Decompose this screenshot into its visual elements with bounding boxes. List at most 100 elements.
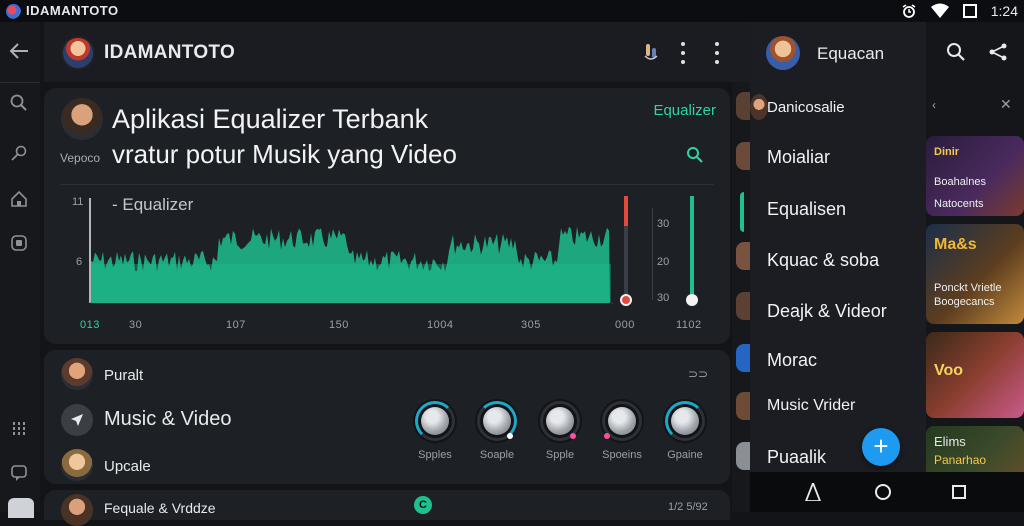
app-logo-icon (6, 4, 21, 19)
knob-label-2: Soaple (479, 449, 515, 461)
tile-4-line-1: Elims (934, 434, 966, 449)
x-label-4: 1004 (427, 319, 454, 331)
drawer-item-6[interactable]: Morac (767, 350, 817, 371)
knob-1[interactable] (413, 399, 457, 443)
eq-card-title: Aplikasi Equalizer Terbank (112, 104, 429, 134)
navigation-arrow-icon[interactable] (61, 404, 93, 436)
add-fab-button[interactable]: + (862, 428, 900, 466)
drawer-avatar[interactable] (766, 36, 800, 70)
card3-label[interactable]: Fequale & Vrddze (104, 500, 216, 516)
x-label-2: 107 (226, 319, 246, 331)
drawer-item-1[interactable]: Danicosalie (767, 99, 845, 116)
nav-home-icon[interactable] (875, 484, 891, 500)
tile-2-line-3: Boogecancs (934, 296, 995, 308)
meter-handle-left[interactable] (620, 294, 632, 306)
media-tile-4[interactable]: Elims Panarhao (926, 426, 1024, 472)
rail-profile-avatar[interactable] (8, 498, 34, 518)
drawer-item-2[interactable]: Moialiar (767, 147, 830, 168)
row-label-2[interactable]: Music & Video (104, 408, 231, 431)
mic-icon[interactable] (642, 42, 660, 69)
tile-4-line-2: Panarhao (934, 453, 987, 467)
media-tile-2[interactable]: Ma&s Ponckt Vrietle Boogecancs (926, 224, 1024, 324)
drawer-item-3[interactable]: Equalisen (767, 199, 846, 220)
wifi-icon (930, 3, 949, 18)
search-icon[interactable] (946, 42, 966, 67)
options-dots-icon[interactable] (680, 42, 686, 64)
equalizer-card: Aplikasi Equalizer Terbank vratur potur … (44, 88, 730, 344)
meter-handle-right[interactable] (686, 294, 698, 306)
app-avatar[interactable] (61, 36, 95, 70)
chat-icon[interactable] (8, 462, 30, 484)
row-avatar-4[interactable] (61, 494, 93, 526)
tile-2-line-1: Ma&s (934, 236, 977, 253)
search-icon[interactable] (8, 92, 30, 114)
media-icon[interactable] (8, 232, 30, 254)
status-bar: IDAMANTOTO 1:24 (0, 0, 1024, 22)
drawer-item-5[interactable]: Deajk & Videor (767, 301, 887, 322)
peek-item-7 (736, 442, 750, 470)
card-divider (60, 184, 714, 185)
bottom-card: Fequale & Vrddze C 1/2 5/92 (44, 490, 730, 526)
tile-2-line-2: Ponckt Vrietle (934, 282, 1002, 294)
corner-label: ⊃⊃ (688, 367, 709, 381)
search-icon[interactable] (686, 146, 704, 169)
meter-track-left (624, 196, 628, 294)
clock: 1:24 (990, 3, 1018, 19)
x-label-7: 1102 (676, 319, 702, 331)
waveform-chart (89, 198, 613, 304)
knob-2[interactable] (475, 399, 519, 443)
right-header (926, 22, 1024, 84)
meter-fill-left (624, 196, 628, 226)
knob-4-dot (604, 433, 610, 439)
navigation-rail (0, 22, 40, 518)
x-label-1: 30 (129, 319, 143, 331)
drawer-header: Equacan (750, 22, 926, 84)
knob-5[interactable] (663, 399, 707, 443)
drawer-item-8[interactable]: Puaalik (767, 447, 826, 468)
knob-label-3: Spple (545, 449, 575, 461)
peek-item-6 (736, 392, 750, 420)
drawer-item-7[interactable]: Music Vrider (767, 397, 855, 415)
chevron-left-icon[interactable]: ‹ (932, 98, 936, 112)
nav-recents-icon[interactable] (952, 485, 966, 499)
status-app-name: IDAMANTOTO (26, 3, 119, 18)
rail-divider (0, 82, 40, 83)
home-icon[interactable] (8, 188, 30, 210)
knob-3[interactable] (538, 399, 582, 443)
share-icon[interactable] (988, 42, 1008, 67)
top-app-bar: IDAMANTOTO (44, 22, 750, 82)
x-label-6: 000 (615, 319, 635, 331)
app-title: IDAMANTOTO (104, 42, 236, 63)
close-icon[interactable]: ✕ (1000, 96, 1012, 113)
row-label-3[interactable]: Upcale (104, 458, 151, 475)
eq-card-small-label: Vepoco (60, 151, 101, 165)
more-vert-icon[interactable] (714, 42, 720, 64)
system-nav-bar (750, 472, 1024, 512)
row-avatar-3[interactable] (61, 449, 93, 481)
card3-badge: C (414, 496, 432, 514)
peek-item-5 (736, 344, 750, 372)
knob-label-1: Spples (418, 449, 452, 461)
media-tile-1[interactable]: Dinir Boahalnes Natocents (926, 136, 1024, 216)
artist-avatar[interactable] (61, 98, 103, 140)
peek-item-1 (736, 92, 750, 120)
tile-1-line-1: Dinir (934, 146, 960, 158)
row-avatar-1[interactable] (61, 358, 93, 390)
pin-icon[interactable] (8, 142, 30, 164)
x-label-3: 150 (329, 319, 349, 331)
alarm-icon (902, 4, 916, 18)
media-column: ‹ ✕ Dinir Boahalnes Natocents Ma&s Ponck… (926, 84, 1024, 472)
battery-icon (962, 4, 977, 18)
tile-3-line-1: Voo (934, 362, 964, 379)
equalizer-badge[interactable]: Equalizer (653, 102, 716, 119)
peek-item-2 (736, 142, 750, 170)
row-label-1[interactable]: Puralt (104, 367, 143, 384)
equalizer-bars-icon[interactable] (8, 418, 30, 440)
card3-right: 1/2 5/92 (668, 501, 708, 513)
media-tile-3[interactable]: Voo (926, 332, 1024, 418)
tile-1-line-3: Natocents (934, 198, 984, 210)
back-arrow-icon[interactable] (8, 40, 30, 62)
drawer-item-4[interactable]: Kquac & soba (767, 250, 879, 271)
knob-4[interactable] (600, 399, 644, 443)
nav-back-icon[interactable] (802, 480, 824, 506)
